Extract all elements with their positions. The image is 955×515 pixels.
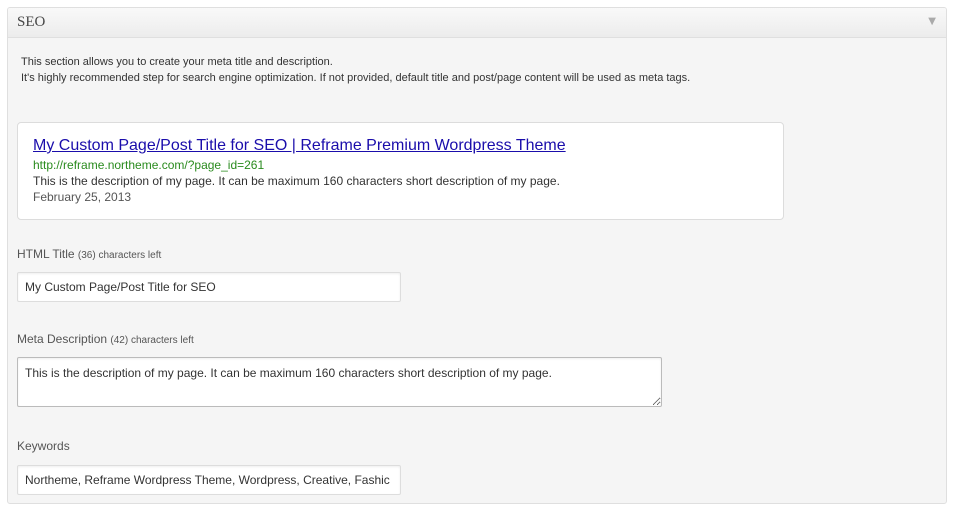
meta-description-counter: (42) characters left	[110, 335, 194, 346]
keywords-label: Keywords	[17, 439, 70, 453]
triangle-down-icon[interactable]: ▼	[928, 16, 936, 27]
intro-line-2: It's highly recommended step for search …	[21, 72, 691, 84]
html-title-label: HTML Title (36) characters left	[17, 247, 161, 261]
metabox-header[interactable]: SEO ▼	[8, 8, 946, 38]
preview-description: This is the description of my page. It c…	[33, 174, 560, 188]
html-title-input[interactable]	[17, 272, 401, 302]
seo-metabox: SEO ▼ This section allows you to create …	[7, 7, 947, 504]
intro-line-1: This section allows you to create your m…	[21, 56, 333, 68]
meta-description-label: Meta Description (42) characters left	[17, 332, 194, 346]
metabox-title: SEO	[17, 14, 46, 30]
keywords-label-text: Keywords	[17, 439, 70, 453]
html-title-counter: (36) characters left	[77, 250, 162, 261]
keywords-input[interactable]	[17, 465, 401, 495]
preview-title-link[interactable]: My Custom Page/Post Title for SEO | Refr…	[33, 137, 566, 155]
preview-url: http://reframe.northeme.com/?page_id=261	[33, 158, 265, 172]
search-result-preview: My Custom Page/Post Title for SEO | Refr…	[17, 122, 784, 220]
meta-description-textarea[interactable]: This is the description of my page. It c…	[17, 357, 662, 407]
meta-description-label-text: Meta Description	[17, 332, 108, 346]
preview-date: February 25, 2013	[33, 190, 132, 204]
intro-text: This section allows you to create your m…	[21, 54, 690, 86]
html-title-label-text: HTML Title	[17, 247, 75, 261]
